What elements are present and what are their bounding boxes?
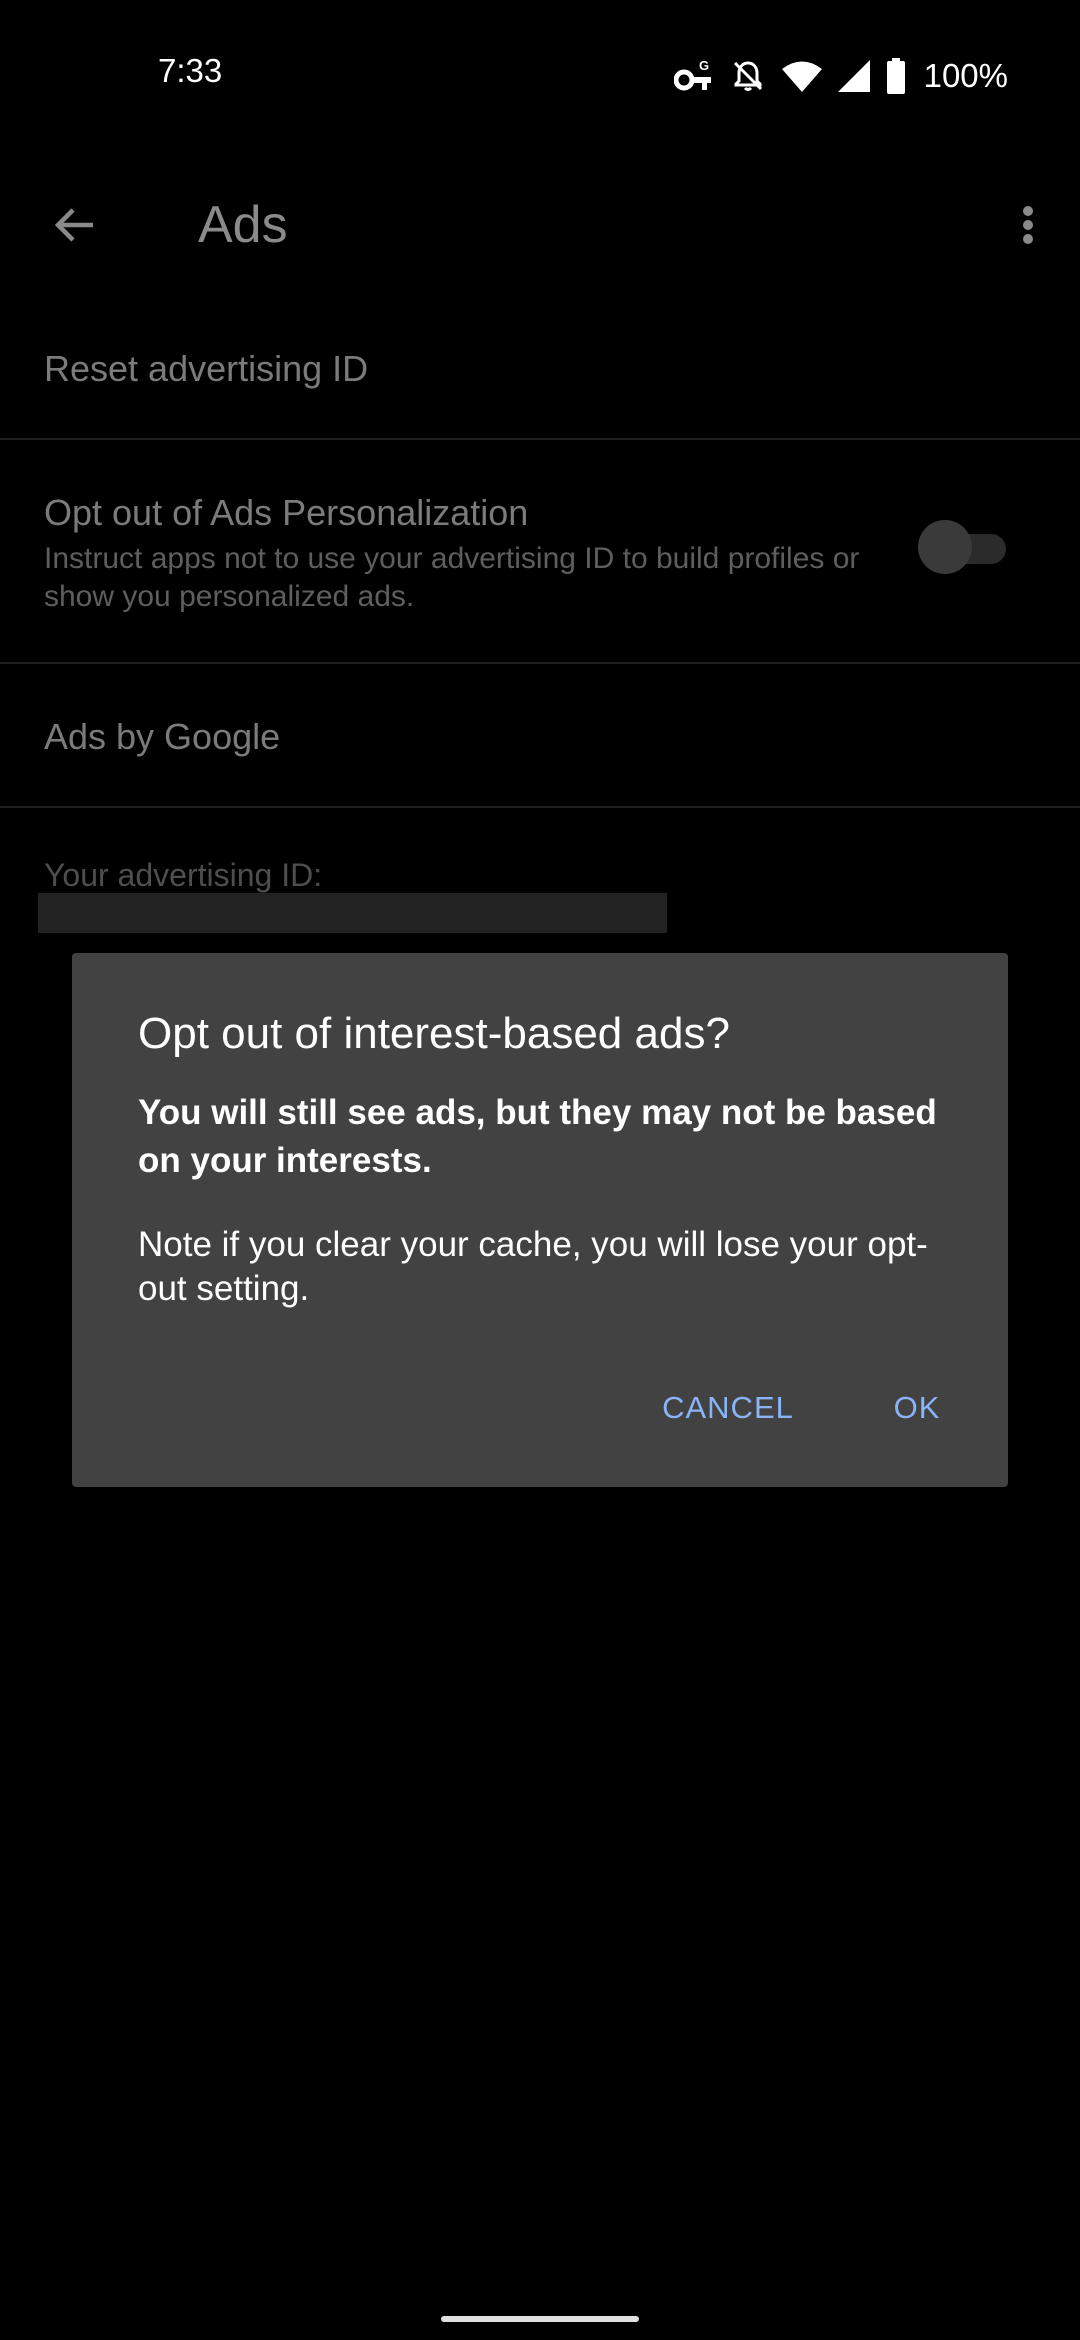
opt-out-dialog: Opt out of interest-based ads? You will … (72, 953, 1008, 1487)
cancel-button[interactable]: CANCEL (618, 1373, 838, 1443)
dialog-title: Opt out of interest-based ads? (138, 1009, 730, 1058)
ok-button[interactable]: OK (872, 1373, 962, 1443)
dialog-note: Note if you clear your cache, you will l… (138, 1225, 928, 1308)
dialog-message: You will still see ads, but they may not… (138, 1093, 937, 1180)
home-indicator[interactable] (441, 2316, 639, 2322)
